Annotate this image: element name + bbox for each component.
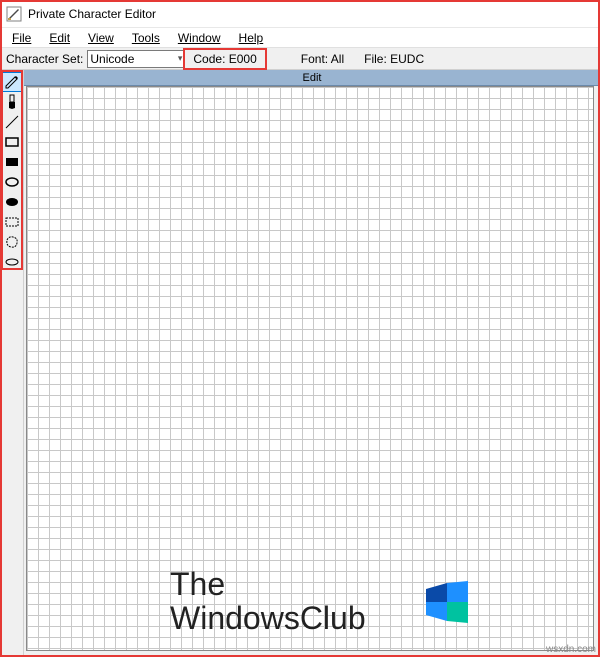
titlebar: Private Character Editor <box>0 0 600 28</box>
menu-window[interactable]: Window <box>170 30 229 46</box>
tool-filled-ellipse[interactable] <box>2 192 22 212</box>
tool-pencil[interactable] <box>2 72 22 92</box>
menu-view[interactable]: View <box>80 30 122 46</box>
canvas-grid-area[interactable] <box>26 86 594 651</box>
canvas-title: Edit <box>24 70 600 86</box>
app-icon <box>6 6 22 22</box>
charset-value: Unicode <box>90 52 134 66</box>
charset-select[interactable]: Unicode ▾ <box>87 50 185 68</box>
infobar: Character Set: Unicode ▾ Code: E000 Font… <box>0 48 600 70</box>
main-area: Edit The WindowsClub <box>0 70 600 657</box>
tool-rect-select[interactable] <box>2 212 22 232</box>
tool-eraser[interactable] <box>2 252 22 272</box>
tool-free-select[interactable] <box>2 232 22 252</box>
charset-label: Character Set: <box>0 52 87 66</box>
tool-rectangle[interactable] <box>2 132 22 152</box>
canvas-panel: Edit <box>24 70 600 657</box>
font-field: Font: All <box>301 52 364 66</box>
menu-tools[interactable]: Tools <box>124 30 168 46</box>
chevron-down-icon: ▾ <box>178 53 183 64</box>
menu-help[interactable]: Help <box>231 30 272 46</box>
menu-edit[interactable]: Edit <box>41 30 78 46</box>
menubar: File Edit View Tools Window Help <box>0 28 600 48</box>
tool-brush[interactable] <box>2 92 22 112</box>
tool-ellipse[interactable] <box>2 172 22 192</box>
credit-text: wsxdn.com <box>546 644 596 655</box>
tool-filled-rectangle[interactable] <box>2 152 22 172</box>
tool-line[interactable] <box>2 112 22 132</box>
code-field: Code: E000 <box>183 48 266 70</box>
file-field: File: EUDC <box>364 52 444 66</box>
app-window: Private Character Editor File Edit View … <box>0 0 600 657</box>
window-title: Private Character Editor <box>28 7 156 21</box>
menu-file[interactable]: File <box>4 30 39 46</box>
toolbox <box>0 70 24 657</box>
pixel-grid[interactable] <box>26 86 594 651</box>
